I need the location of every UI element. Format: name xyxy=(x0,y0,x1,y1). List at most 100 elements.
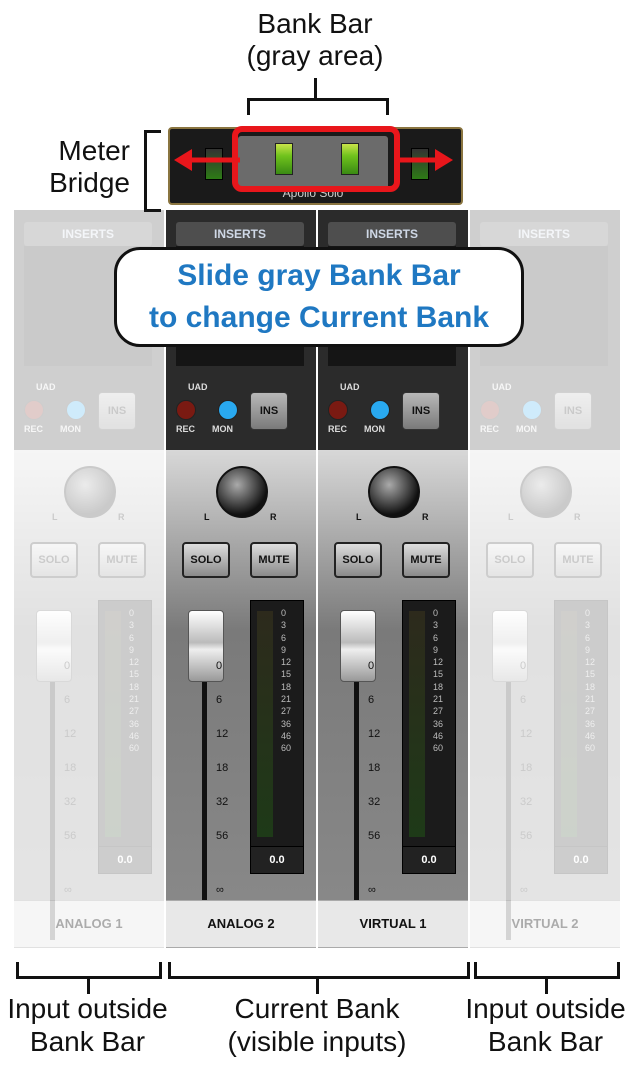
meter-scale-mark: 15 xyxy=(433,669,444,680)
solo-button[interactable]: SOLO xyxy=(182,542,230,578)
outside-right-label-2: Bank Bar xyxy=(487,1026,604,1057)
inserts-header[interactable]: INSERTS xyxy=(24,222,152,246)
meter-bar xyxy=(257,611,273,837)
mon-button[interactable] xyxy=(522,400,542,420)
fader-scale-mark: 12 xyxy=(520,728,533,740)
uad-label: UAD xyxy=(188,382,208,392)
channel-name-plate[interactable]: ANALOG 1 xyxy=(14,900,164,948)
pan-left-label: L xyxy=(508,512,514,522)
meter-scale-mark: 9 xyxy=(433,644,439,655)
uad-label: UAD xyxy=(340,382,360,392)
pan-knob[interactable] xyxy=(216,466,268,518)
inserts-header[interactable]: INSERTS xyxy=(328,222,456,246)
strip-lower-panel: L R SOLO MUTE 0 6 12 18 32 56 ∞ 0 3 6 9 12 15 18 21 27… xyxy=(14,450,164,940)
fader-scale-mark: 56 xyxy=(216,830,229,842)
meter-scale-mark: 18 xyxy=(129,681,140,692)
mon-label: MON xyxy=(364,424,385,434)
rec-button[interactable] xyxy=(480,400,500,420)
pan-right-label: R xyxy=(270,512,277,522)
meter-scale-mark: 6 xyxy=(281,632,287,643)
ins-button[interactable]: INS xyxy=(98,392,136,430)
pan-knob[interactable] xyxy=(520,466,572,518)
meter-scale-mark: 3 xyxy=(433,620,439,631)
arrow-left-icon xyxy=(174,149,240,171)
mon-label: MON xyxy=(212,424,233,434)
pan-knob[interactable] xyxy=(368,466,420,518)
meter-scale-mark: 6 xyxy=(129,632,135,643)
rec-label: REC xyxy=(176,424,196,434)
mute-button[interactable]: MUTE xyxy=(402,542,450,578)
uad-label: UAD xyxy=(492,382,512,392)
meter-scale-mark: 21 xyxy=(129,694,140,705)
mute-button[interactable]: MUTE xyxy=(554,542,602,578)
meter-bar xyxy=(105,611,121,837)
mute-button[interactable]: MUTE xyxy=(250,542,298,578)
meter-bridge-label-1: Meter xyxy=(58,135,130,166)
meter-scale-mark: 18 xyxy=(433,681,444,692)
ins-button[interactable]: INS xyxy=(250,392,288,430)
rec-button[interactable] xyxy=(176,400,196,420)
meter-scale-mark: 6 xyxy=(433,632,439,643)
ins-button[interactable]: INS xyxy=(554,392,592,430)
strip-lower-panel: L R SOLO MUTE 0 6 12 18 32 56 ∞ 0 3 6 9 12 15 18 21 27… xyxy=(470,450,620,940)
rec-button[interactable] xyxy=(24,400,44,420)
meter-scale-mark: 60 xyxy=(129,743,140,754)
meter-scale-mark: 15 xyxy=(585,669,596,680)
fader-scale-mark: 0 xyxy=(368,660,375,672)
meter-scale-mark: 9 xyxy=(129,644,135,655)
solo-button[interactable]: SOLO xyxy=(334,542,382,578)
level-meter: 0 3 6 9 12 15 18 21 27 36 46 60 0.0 xyxy=(250,600,304,874)
meter-scale-mark: 21 xyxy=(433,694,444,705)
bank-bar-title: Bank Bar xyxy=(257,8,373,39)
strip-lower-panel: L R SOLO MUTE 0 6 12 18 32 56 ∞ 0 3 6 9 12 15 18 21 27… xyxy=(166,450,316,940)
meter-scale-mark: 0 xyxy=(433,608,439,618)
solo-button[interactable]: SOLO xyxy=(30,542,78,578)
meter-bar xyxy=(409,611,425,837)
fader-scale-mark: 32 xyxy=(64,796,77,808)
outside-right-stem xyxy=(545,976,548,994)
pan-left-label: L xyxy=(52,512,58,522)
fader-scale-mark: 56 xyxy=(64,830,77,842)
meter-scale-mark: 0 xyxy=(281,608,287,618)
fader-scale-mark: ∞ xyxy=(520,884,528,896)
inserts-header[interactable]: INSERTS xyxy=(480,222,608,246)
pan-right-label: R xyxy=(574,512,581,522)
meter-scale: 0 3 6 9 12 15 18 21 27 36 46 60 xyxy=(129,607,139,755)
rec-button[interactable] xyxy=(328,400,348,420)
current-bank-stem xyxy=(316,976,319,994)
meter-scale-mark: 27 xyxy=(433,706,444,717)
channel-name-plate[interactable]: VIRTUAL 1 xyxy=(318,900,468,948)
meter-scale-mark: 21 xyxy=(281,694,292,705)
rec-label: REC xyxy=(328,424,348,434)
ins-button[interactable]: INS xyxy=(402,392,440,430)
channel-name-plate[interactable]: VIRTUAL 2 xyxy=(470,900,620,948)
mon-button[interactable] xyxy=(370,400,390,420)
pan-knob[interactable] xyxy=(64,466,116,518)
uad-label: UAD xyxy=(36,382,56,392)
meter-value: 0.0 xyxy=(251,846,303,873)
fader-scale-mark: 0 xyxy=(520,660,527,672)
pan-right-label: R xyxy=(118,512,125,522)
solo-button[interactable]: SOLO xyxy=(486,542,534,578)
meter-value: 0.0 xyxy=(555,846,607,873)
fader-scale-mark: 0 xyxy=(216,660,223,672)
fader-scale-mark: 32 xyxy=(216,796,229,808)
inserts-header[interactable]: INSERTS xyxy=(176,222,304,246)
mute-button[interactable]: MUTE xyxy=(98,542,146,578)
mon-button[interactable] xyxy=(66,400,86,420)
fader-scale-mark: 6 xyxy=(520,694,527,706)
channel-name-plate[interactable]: ANALOG 2 xyxy=(166,900,316,948)
current-bank-bracket xyxy=(168,962,470,979)
fader-scale-mark: 18 xyxy=(216,762,229,774)
fader-scale-mark: 6 xyxy=(64,694,71,706)
meter-bridge-label-2: Bridge xyxy=(49,167,130,198)
outside-left-label-1: Input outside xyxy=(7,993,168,1024)
fader-scale-mark: 12 xyxy=(216,728,229,740)
fader-scale-mark: ∞ xyxy=(368,884,376,896)
pan-left-label: L xyxy=(204,512,210,522)
fader-scale-mark: 6 xyxy=(216,694,223,706)
meter-scale-mark: 9 xyxy=(281,644,287,655)
mon-button[interactable] xyxy=(218,400,238,420)
meter-scale-mark: 27 xyxy=(281,706,292,717)
mon-label: MON xyxy=(516,424,537,434)
